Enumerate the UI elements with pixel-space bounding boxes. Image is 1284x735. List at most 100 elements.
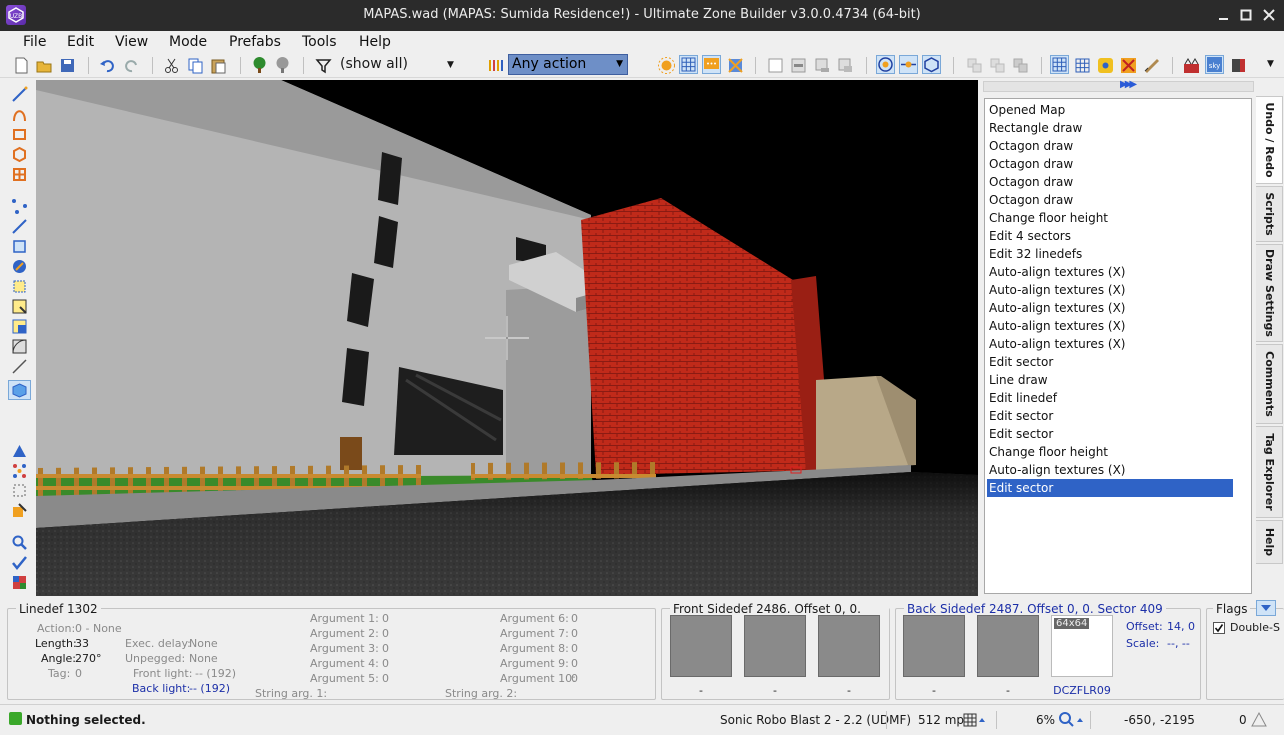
copy-props-icon[interactable] <box>965 56 984 75</box>
comments-toggle-icon[interactable] <box>702 55 721 74</box>
menu-file[interactable]: File <box>23 34 46 50</box>
visual-mode-cube-icon[interactable] <box>8 380 31 400</box>
snap-selection-icon[interactable] <box>11 482 28 499</box>
draw-lines-icon[interactable] <box>11 86 28 103</box>
tab-undo-redo[interactable]: Undo / Redo <box>1256 96 1283 184</box>
things-gray-icon[interactable] <box>273 56 292 75</box>
list-item[interactable]: Auto-align textures (X) <box>987 335 1233 353</box>
undo-history-list[interactable]: Opened Map Rectangle draw Octagon draw O… <box>984 98 1252 594</box>
snap-vertices-icon[interactable] <box>1096 56 1115 75</box>
list-item[interactable]: Edit linedef <box>987 389 1233 407</box>
tab-scripts[interactable]: Scripts <box>1256 186 1283 242</box>
list-item[interactable]: Auto-align textures (X) <box>987 281 1233 299</box>
paste-props-icon[interactable] <box>988 56 1007 75</box>
undo-icon[interactable] <box>98 56 117 75</box>
edit-selection-icon[interactable] <box>11 298 28 315</box>
list-item[interactable]: Change floor height <box>987 209 1233 227</box>
view-brightness-icon[interactable] <box>789 56 808 75</box>
back-upper-texture[interactable] <box>903 615 965 677</box>
list-item[interactable]: Opened Map <box>987 101 1233 119</box>
list-item[interactable]: Edit 32 linedefs <box>987 245 1233 263</box>
color-picker-icon[interactable] <box>11 462 28 479</box>
visual-mode-cube-icon[interactable] <box>922 55 941 74</box>
front-lower-texture[interactable] <box>818 615 880 677</box>
maximize-icon[interactable] <box>1237 6 1255 24</box>
draw-curve-icon[interactable] <box>11 106 28 123</box>
draw-grid-icon[interactable] <box>11 166 28 183</box>
find-icon[interactable] <box>11 534 28 551</box>
tab-tag-explorer[interactable]: Tag Explorer <box>1256 426 1283 518</box>
open-map-icon[interactable] <box>35 56 54 75</box>
zoom-icon[interactable] <box>1058 711 1084 730</box>
grid-icon[interactable] <box>963 713 985 730</box>
double-sided-checkbox[interactable] <box>1213 622 1225 634</box>
list-item[interactable]: Auto-align textures (X) <box>987 299 1233 317</box>
list-item[interactable]: Edit sector <box>987 425 1233 443</box>
things-mode-icon[interactable] <box>11 258 28 275</box>
draw-ellipse-icon[interactable] <box>11 146 28 163</box>
list-item[interactable]: Line draw <box>987 371 1233 389</box>
visual-mode-link-icon[interactable] <box>899 55 918 74</box>
draw-rectangle-icon[interactable] <box>11 126 28 143</box>
vertices-mode-icon[interactable] <box>11 198 28 215</box>
menu-help[interactable]: Help <box>359 34 391 50</box>
tab-help[interactable]: Help <box>1256 520 1283 564</box>
save-map-icon[interactable] <box>58 56 77 75</box>
menu-mode[interactable]: Mode <box>169 34 207 50</box>
menu-prefabs[interactable]: Prefabs <box>229 34 281 50</box>
sector-slope-icon[interactable] <box>11 318 28 335</box>
paste-props-options-icon[interactable] <box>1011 56 1030 75</box>
list-item[interactable]: Octagon draw <box>987 191 1233 209</box>
menu-edit[interactable]: Edit <box>67 34 94 50</box>
merge-geometry-icon[interactable] <box>1119 56 1138 75</box>
filter-icon[interactable] <box>314 56 333 75</box>
sky-toggle-icon[interactable]: sky <box>1205 55 1224 74</box>
front-upper-texture[interactable] <box>670 615 732 677</box>
sectors-mode-icon[interactable] <box>11 238 28 255</box>
view-floors-icon[interactable] <box>813 56 832 75</box>
view-ceilings-icon[interactable] <box>836 56 855 75</box>
list-item[interactable]: Change floor height <box>987 443 1233 461</box>
texture-browser-icon[interactable] <box>1182 56 1201 75</box>
new-map-icon[interactable] <box>12 56 31 75</box>
toolbar-overflow-icon[interactable]: ▼ <box>1267 59 1274 69</box>
list-item[interactable]: Octagon draw <box>987 155 1233 173</box>
grid-setup-icon[interactable] <box>1050 55 1069 74</box>
list-item[interactable]: Auto-align textures (X) <box>987 461 1233 479</box>
list-item[interactable]: Edit sector <box>987 353 1233 371</box>
brightness-sun-icon[interactable] <box>657 56 676 75</box>
list-item[interactable]: Rectangle draw <box>987 119 1233 137</box>
linedef-colors-icon[interactable] <box>486 56 505 75</box>
zoom-level[interactable]: 6% <box>1036 713 1055 727</box>
chevron-down-icon[interactable]: ▼ <box>447 60 454 70</box>
list-item-selected[interactable]: Edit sector <box>987 479 1233 497</box>
terrain-icon[interactable] <box>11 442 28 459</box>
list-item[interactable]: Octagon draw <box>987 137 1233 155</box>
back-middle-texture[interactable] <box>977 615 1039 677</box>
close-icon[interactable] <box>1260 6 1278 24</box>
view-normal-icon[interactable] <box>766 56 785 75</box>
cut-icon[interactable] <box>162 56 181 75</box>
flat-align-icon[interactable] <box>11 338 28 355</box>
texture-set-icon[interactable] <box>11 574 28 591</box>
resize-grip-icon[interactable] <box>1250 711 1268 730</box>
list-item[interactable]: Octagon draw <box>987 173 1233 191</box>
copy-icon[interactable] <box>186 56 205 75</box>
models-icon[interactable] <box>1229 56 1248 75</box>
visual-mode-target-icon[interactable] <box>876 55 895 74</box>
prefab-icon[interactable] <box>11 502 28 519</box>
redo-icon[interactable] <box>122 56 141 75</box>
things-tree-icon[interactable] <box>250 56 269 75</box>
tab-comments[interactable]: Comments <box>1256 344 1283 424</box>
list-item[interactable]: Auto-align textures (X) <box>987 263 1233 281</box>
measure-icon[interactable] <box>11 358 28 375</box>
menu-tools[interactable]: Tools <box>302 34 337 50</box>
menu-view[interactable]: View <box>115 34 148 50</box>
make-sectors-icon[interactable] <box>11 278 28 295</box>
things-filter-select[interactable]: (show all) <box>340 56 408 72</box>
visual-3d-viewport[interactable] <box>36 80 978 596</box>
list-item[interactable]: Edit sector <box>987 407 1233 425</box>
back-lower-texture[interactable]: 64x64 <box>1051 615 1113 677</box>
fullbright-icon[interactable] <box>726 56 745 75</box>
minimize-icon[interactable] <box>1214 6 1232 24</box>
